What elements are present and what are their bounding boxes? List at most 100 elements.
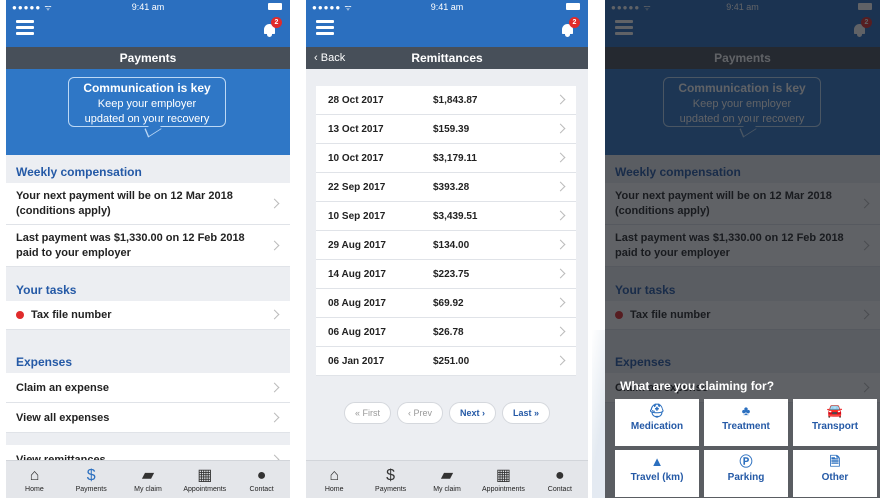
next-page-button[interactable]: Next ›: [449, 402, 497, 424]
list-item[interactable]: 14 Aug 2017 $223.75: [316, 260, 576, 289]
calendar-icon: ▦: [197, 467, 213, 484]
option-label: Treatment: [722, 421, 770, 432]
remittance-date: 10 Oct 2017: [328, 153, 384, 164]
status-bar: ●●●●● ᯤ 9:41 am: [306, 0, 588, 14]
chevron-right-icon: [555, 181, 566, 192]
option-medication[interactable]: ⛑ Medication: [615, 399, 699, 446]
chevron-right-icon: [555, 152, 566, 163]
tab-contact[interactable]: ● Contact: [532, 461, 588, 498]
hero-line-2: updated on your recovery: [84, 113, 210, 125]
tab-label: Contact: [249, 486, 274, 493]
hero-banner: Communication is key Keep your employer …: [6, 69, 290, 155]
battery-icon: [268, 3, 282, 10]
back-label: Back: [320, 52, 346, 64]
remittance-amount: $69.92: [433, 298, 464, 309]
tab-payments[interactable]: $ Payments: [362, 461, 418, 498]
remittance-date: 22 Sep 2017: [328, 182, 386, 193]
prev-page-button[interactable]: ‹ Prev: [396, 402, 443, 424]
remittance-date: 10 Sep 2017: [328, 211, 386, 222]
tab-contact[interactable]: ● Contact: [233, 461, 290, 498]
remittance-amount: $3,179.11: [433, 153, 477, 164]
next-payment-row[interactable]: Your next payment will be on 12 Mar 2018…: [6, 183, 290, 225]
list-item[interactable]: 06 Aug 2017 $26.78: [316, 318, 576, 347]
list-item[interactable]: 08 Aug 2017 $69.92: [316, 289, 576, 318]
parking-icon: Ⓟ: [739, 454, 753, 469]
tab-home[interactable]: ⌂ Home: [6, 461, 63, 498]
list-item[interactable]: 13 Oct 2017 $159.39: [316, 115, 576, 144]
chevron-right-icon: [269, 309, 280, 320]
status-bar: ●●●●● ᯤ 9:41 am: [6, 0, 290, 14]
option-label: Other: [821, 472, 849, 483]
remittance-amount: $251.00: [433, 356, 470, 367]
option-label: Travel (km): [630, 472, 684, 483]
tab-label: Payments: [375, 486, 407, 493]
tab-appointments[interactable]: ▦ Appointments: [475, 461, 531, 498]
task-tax-file-number[interactable]: Tax file number: [6, 301, 290, 330]
pagination: « First ‹ Prev Next › Last »: [306, 402, 588, 424]
tab-payments[interactable]: $ Payments: [63, 461, 120, 498]
tab-label: Home: [25, 486, 44, 493]
remittance-amount: $1,843.87: [433, 95, 478, 106]
chevron-right-icon: [269, 198, 280, 208]
folder-icon: ▰: [141, 467, 155, 484]
remittance-date: 28 Oct 2017: [328, 95, 384, 106]
chevron-right-icon: [269, 412, 280, 422]
last-page-button[interactable]: Last »: [502, 402, 551, 424]
dollar-icon: $: [386, 467, 396, 484]
remittance-date: 08 Aug 2017: [328, 298, 386, 309]
notifications-bell-icon[interactable]: 2: [561, 17, 580, 37]
first-page-button[interactable]: « First: [343, 402, 391, 424]
notifications-bell-icon[interactable]: 2: [263, 17, 282, 37]
option-parking[interactable]: Ⓟ Parking: [704, 450, 788, 497]
payments-screen: ●●●●● ᯤ 9:41 am 2 Payments Communication…: [6, 0, 290, 498]
menu-icon[interactable]: [16, 20, 34, 36]
tab-label: Appointments: [482, 486, 525, 493]
document-icon: 🗎: [829, 454, 841, 469]
list-item[interactable]: 06 Jan 2017 $251.00: [316, 347, 576, 376]
option-treatment[interactable]: ♣ Treatment: [704, 399, 788, 446]
chevron-right-icon: [555, 355, 566, 366]
chevron-right-icon: [269, 382, 280, 392]
remittance-amount: $223.75: [433, 269, 470, 280]
list-item[interactable]: 22 Sep 2017 $393.28: [316, 173, 576, 202]
option-travel[interactable]: ▲ Travel (km): [615, 450, 699, 497]
tab-label: Home: [324, 486, 344, 493]
clock: 9:41 am: [131, 2, 165, 12]
menu-icon[interactable]: [316, 20, 334, 36]
alert-dot-icon: [16, 311, 24, 319]
last-payment-row[interactable]: Last payment was $1,330.00 on 12 Feb 201…: [6, 225, 290, 267]
tab-my-claim[interactable]: ▰ My claim: [120, 461, 177, 498]
home-icon: ⌂: [329, 467, 340, 484]
chevron-right-icon: [555, 210, 566, 221]
list-item[interactable]: 28 Oct 2017 $1,843.87: [316, 86, 576, 115]
option-label: Transport: [811, 421, 859, 432]
chat-icon: ●: [554, 467, 565, 484]
chevron-right-icon: [555, 297, 566, 308]
title-bar: ‹ Back Remittances: [306, 47, 588, 69]
notification-badge: 2: [569, 17, 580, 28]
claim-expense-row[interactable]: Claim an expense: [6, 373, 290, 403]
view-expenses-row[interactable]: View all expenses: [6, 403, 290, 433]
remittance-amount: $3,439.51: [433, 211, 478, 222]
tab-my-claim[interactable]: ▰ My claim: [419, 461, 475, 498]
tab-home[interactable]: ⌂ Home: [306, 461, 362, 498]
list-item[interactable]: 29 Aug 2017 $134.00: [316, 231, 576, 260]
remittance-list: 28 Oct 2017 $1,843.87 13 Oct 2017 $159.39 …: [316, 86, 576, 376]
back-button[interactable]: ‹ Back: [314, 47, 345, 69]
option-label: Medication: [630, 421, 684, 432]
expenses-heading: Expenses: [16, 355, 73, 369]
list-item[interactable]: 10 Oct 2017 $3,179.11: [316, 144, 576, 173]
remittance-date: 06 Aug 2017: [328, 327, 386, 338]
remittance-amount: $134.00: [433, 240, 470, 251]
option-transport[interactable]: 🚘 Transport: [793, 399, 877, 446]
option-other[interactable]: 🗎 Other: [793, 450, 877, 497]
remittance-date: 06 Jan 2017: [328, 356, 385, 367]
last-payment-text: Last payment was $1,330.00 on 12 Feb 201…: [16, 231, 245, 259]
remittance-amount: $393.28: [433, 182, 470, 193]
chevron-right-icon: [555, 123, 566, 134]
tab-appointments[interactable]: ▦ Appointments: [176, 461, 233, 498]
list-item[interactable]: 10 Sep 2017 $3,439.51: [316, 202, 576, 231]
app-screens: ●●●●● ᯤ 9:41 am 2 Payments Communication…: [0, 0, 880, 498]
battery-icon: [566, 3, 580, 10]
chat-icon: ●: [256, 467, 267, 484]
